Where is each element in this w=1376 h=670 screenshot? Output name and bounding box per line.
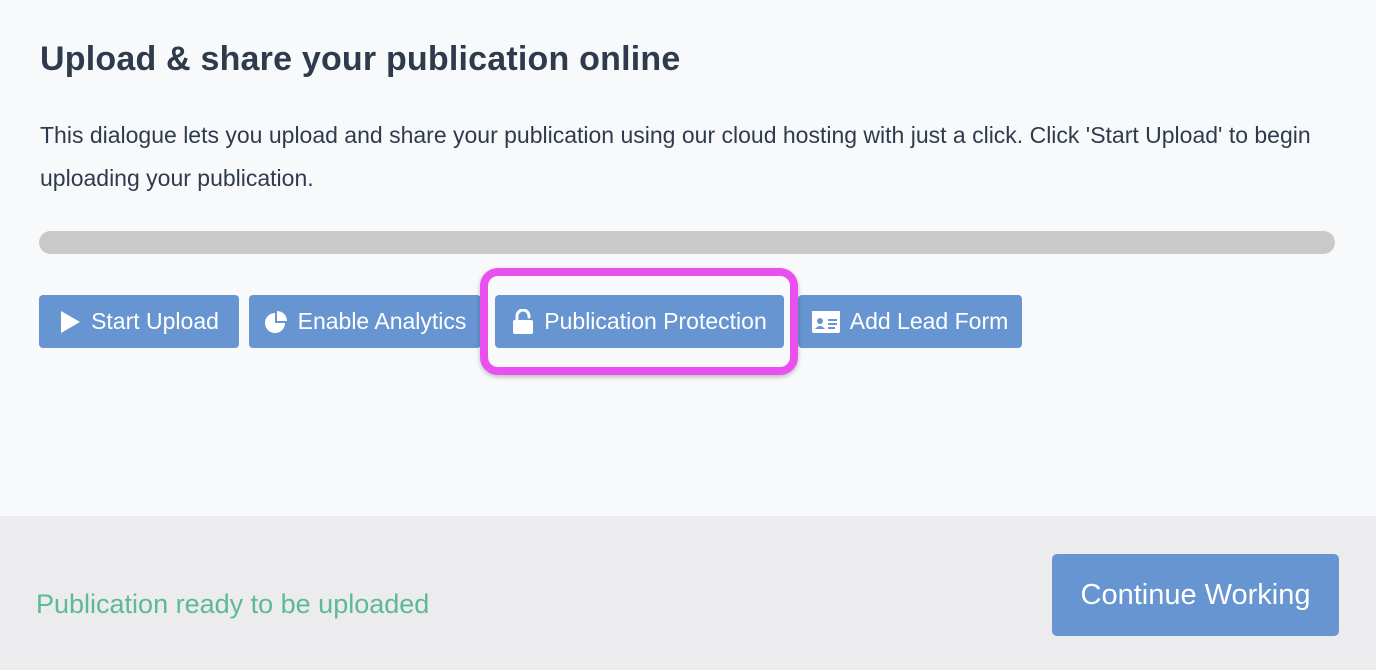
start-upload-button[interactable]: Start Upload: [39, 295, 239, 348]
publication-protection-label: Publication Protection: [544, 308, 767, 334]
enable-analytics-button[interactable]: Enable Analytics: [249, 295, 481, 348]
dialog-title: Upload & share your publication online: [40, 40, 681, 78]
play-icon: [59, 310, 81, 334]
add-lead-form-button[interactable]: Add Lead Form: [798, 295, 1022, 348]
status-message: Publication ready to be uploaded: [36, 589, 430, 619]
id-card-icon: [811, 310, 840, 333]
continue-working-button[interactable]: Continue Working: [1052, 554, 1339, 636]
dialog-content: Upload & share your publication online T…: [0, 0, 1376, 516]
add-lead-form-label: Add Lead Form: [849, 308, 1009, 334]
unlock-icon: [512, 308, 534, 335]
publication-protection-button[interactable]: Publication Protection: [495, 295, 784, 348]
dialog-description: This dialogue lets you upload and share …: [40, 122, 1311, 191]
pie-chart-icon: [264, 310, 288, 334]
start-upload-label: Start Upload: [91, 308, 219, 334]
upload-dialog: Upload & share your publication online T…: [0, 0, 1376, 670]
enable-analytics-label: Enable Analytics: [297, 308, 467, 334]
upload-progress-bar: [39, 231, 1335, 254]
